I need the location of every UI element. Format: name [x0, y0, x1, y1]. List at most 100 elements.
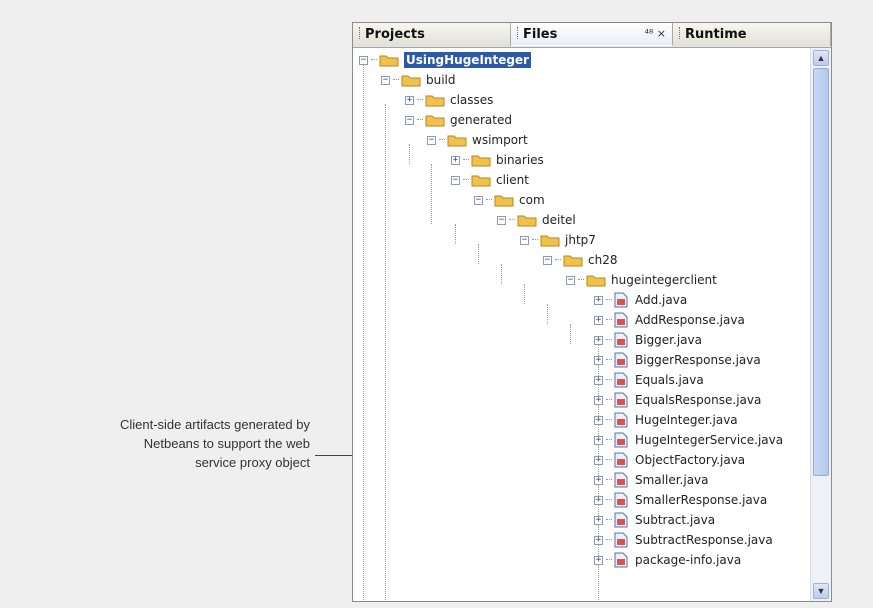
tree-connector — [393, 79, 399, 81]
tree-node-label: UsingHugeInteger — [404, 52, 531, 68]
tab-projects[interactable]: Projects — [353, 23, 511, 46]
tree-node-label: Subtract.java — [635, 513, 716, 527]
tree-node-label: binaries — [496, 153, 544, 167]
tree-node-label: client — [496, 173, 529, 187]
tab-files[interactable]: Files ⁴⁸ × — [511, 23, 673, 46]
expand-icon[interactable]: + — [594, 295, 603, 305]
tree-connector — [606, 499, 612, 501]
expand-icon[interactable]: + — [594, 475, 603, 485]
callout-line-3: service proxy object — [195, 455, 310, 470]
tree-node-label: HugeInteger.java — [635, 413, 738, 427]
file-tree: − UsingHugeInteger − build + classes − g… — [353, 48, 811, 601]
tree-node-classes[interactable]: + classes — [405, 90, 493, 110]
collapse-icon[interactable]: − — [497, 215, 506, 225]
tree-node-java-file[interactable]: + Equals.java — [594, 370, 704, 390]
tree-node-generated[interactable]: − generated — [405, 110, 512, 130]
collapse-icon[interactable]: − — [381, 75, 390, 85]
collapse-icon[interactable]: − — [359, 55, 368, 65]
tree-node-java-file[interactable]: + Bigger.java — [594, 330, 702, 350]
java-file-icon — [614, 432, 628, 448]
tree-node-ch28[interactable]: − ch28 — [543, 250, 617, 270]
expand-icon[interactable]: + — [594, 335, 603, 345]
tree-node-binaries[interactable]: + binaries — [451, 150, 544, 170]
scroll-down-icon[interactable]: ▼ — [813, 583, 829, 599]
tree-node-wsimport[interactable]: − wsimport — [427, 130, 528, 150]
tree-node-java-file[interactable]: + EqualsResponse.java — [594, 390, 761, 410]
tree-connector — [606, 539, 612, 541]
tree-node-java-file[interactable]: + SmallerResponse.java — [594, 490, 767, 510]
tree-node-deitel[interactable]: − deitel — [497, 210, 576, 230]
tree-node-hugeintegerclient[interactable]: − hugeintegerclient — [566, 270, 717, 290]
tree-node-label: Bigger.java — [635, 333, 702, 347]
expand-icon[interactable]: + — [594, 515, 603, 525]
folder-icon — [540, 235, 560, 246]
tree-node-java-file[interactable]: + Add.java — [594, 290, 687, 310]
panel-tabs: Projects Files ⁴⁸ × Runtime — [353, 23, 831, 48]
collapse-icon[interactable]: − — [474, 195, 483, 205]
collapse-icon[interactable]: − — [405, 115, 414, 125]
java-file-icon — [614, 532, 628, 548]
tree-node-label: BiggerResponse.java — [635, 353, 761, 367]
tree-node-java-file[interactable]: + HugeInteger.java — [594, 410, 738, 430]
grip-icon — [359, 27, 362, 39]
expand-icon[interactable]: + — [594, 415, 603, 425]
tree-node-label: ObjectFactory.java — [635, 453, 746, 467]
tree-node-label: Smaller.java — [635, 473, 709, 487]
tree-node-build[interactable]: − build — [381, 70, 456, 90]
tree-connector — [555, 259, 561, 261]
expand-icon[interactable]: + — [451, 155, 460, 165]
scroll-up-icon[interactable]: ▲ — [813, 50, 829, 66]
expand-icon[interactable]: + — [594, 315, 603, 325]
expand-icon[interactable]: + — [594, 395, 603, 405]
tab-close-icon[interactable]: ⁴⁸ × — [644, 27, 666, 40]
tree-connector — [606, 379, 612, 381]
tree-connector — [509, 219, 515, 221]
expand-icon[interactable]: + — [594, 435, 603, 445]
expand-icon[interactable]: + — [594, 495, 603, 505]
tree-node-jhtp7[interactable]: − jhtp7 — [520, 230, 596, 250]
expand-icon[interactable]: + — [594, 375, 603, 385]
folder-icon — [379, 55, 399, 66]
tree-guide-line — [524, 284, 526, 304]
collapse-icon[interactable]: − — [427, 135, 436, 145]
collapse-icon[interactable]: − — [451, 175, 460, 185]
tree-node-root[interactable]: − UsingHugeInteger — [359, 50, 531, 70]
tree-connector — [606, 319, 612, 321]
tree-node-client[interactable]: − client — [451, 170, 529, 190]
java-file-icon — [614, 412, 628, 428]
scrollbar-thumb[interactable] — [813, 68, 829, 476]
tree-connector — [606, 359, 612, 361]
tab-runtime[interactable]: Runtime — [673, 23, 831, 46]
expand-icon[interactable]: + — [594, 355, 603, 365]
expand-icon[interactable]: + — [594, 455, 603, 465]
tree-node-label: jhtp7 — [565, 233, 596, 247]
grip-icon — [679, 27, 682, 39]
tree-connector — [463, 179, 469, 181]
tree-node-label: Equals.java — [635, 373, 704, 387]
collapse-icon[interactable]: − — [520, 235, 529, 245]
tree-connector — [606, 419, 612, 421]
tree-node-java-file[interactable]: + AddResponse.java — [594, 310, 745, 330]
tree-connector — [486, 199, 492, 201]
tree-node-label: classes — [450, 93, 494, 107]
vertical-scrollbar[interactable]: ▲ ▼ — [810, 48, 831, 601]
folder-icon — [447, 135, 467, 146]
collapse-icon[interactable]: − — [543, 255, 552, 265]
expand-icon[interactable]: + — [405, 95, 414, 105]
tree-node-label: generated — [450, 113, 512, 127]
folder-icon — [401, 75, 421, 86]
collapse-icon[interactable]: − — [566, 275, 575, 285]
tree-node-label: package-info.java — [635, 553, 742, 567]
tree-connector — [606, 479, 612, 481]
tree-node-java-file[interactable]: + Smaller.java — [594, 470, 709, 490]
tree-node-java-file[interactable]: + HugeIntegerService.java — [594, 430, 783, 450]
tree-node-java-file[interactable]: + BiggerResponse.java — [594, 350, 761, 370]
tree-node-java-file[interactable]: + package-info.java — [594, 550, 741, 570]
expand-icon[interactable]: + — [594, 535, 603, 545]
tree-node-java-file[interactable]: + Subtract.java — [594, 510, 715, 530]
callout-line-2: Netbeans to support the web — [143, 436, 310, 451]
tree-node-com[interactable]: − com — [474, 190, 545, 210]
tree-node-java-file[interactable]: + SubtractResponse.java — [594, 530, 773, 550]
tree-node-java-file[interactable]: + ObjectFactory.java — [594, 450, 745, 470]
expand-icon[interactable]: + — [594, 555, 603, 565]
